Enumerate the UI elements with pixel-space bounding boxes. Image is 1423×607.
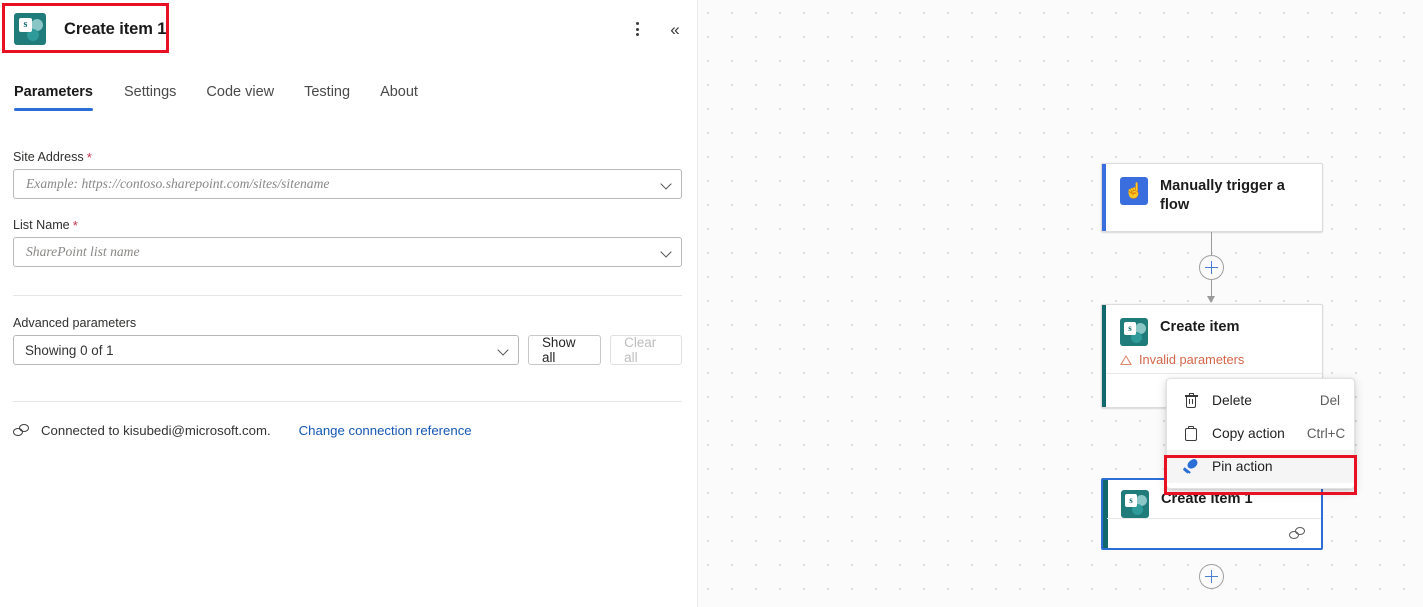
context-menu-item-copy-action-label: Copy action xyxy=(1212,426,1285,441)
node-status-invalid-parameters: Invalid parameters xyxy=(1120,352,1244,367)
list-name-input[interactable]: SharePoint list name xyxy=(13,237,682,267)
advanced-parameters-select[interactable]: Showing 0 of 1 xyxy=(13,335,519,365)
sharepoint-icon-letter: s xyxy=(1125,494,1137,507)
chevron-down-icon xyxy=(662,180,671,189)
collapse-panel-button[interactable]: « xyxy=(660,14,690,44)
tab-about[interactable]: About xyxy=(365,84,433,111)
context-menu-item-pin-action-label: Pin action xyxy=(1212,459,1340,474)
node-accent-bar xyxy=(1102,164,1106,231)
site-address-placeholder: Example: https://contoso.sharepoint.com/… xyxy=(14,176,329,192)
connection-link-icon xyxy=(13,424,31,438)
context-menu-item-copy-action-shortcut: Ctrl+C xyxy=(1307,426,1345,441)
clipboard-icon xyxy=(1181,426,1201,441)
node-title: Create item 1 xyxy=(1161,490,1253,509)
show-all-button[interactable]: Show all xyxy=(528,335,601,365)
panel-tabs: Parameters Settings Code view Testing Ab… xyxy=(0,84,433,111)
tab-testing-label: Testing xyxy=(304,84,350,100)
divider xyxy=(13,401,682,402)
tab-settings-label: Settings xyxy=(124,84,176,100)
tab-code-view-label: Code view xyxy=(206,84,274,100)
node-footer xyxy=(1107,518,1321,548)
tab-parameters[interactable]: Parameters xyxy=(14,84,109,111)
field-spacer xyxy=(13,199,682,218)
node-context-menu[interactable]: Delete Del Copy action Ctrl+C Pin action xyxy=(1166,378,1355,489)
context-menu-item-delete-label: Delete xyxy=(1212,393,1298,408)
change-connection-reference-link[interactable]: Change connection reference xyxy=(299,423,472,438)
clear-all-button[interactable]: Clear all xyxy=(610,335,682,365)
add-step-button-2[interactable] xyxy=(1199,564,1224,589)
more-options-button[interactable] xyxy=(622,14,652,44)
more-options-icon xyxy=(636,22,639,36)
tab-settings[interactable]: Settings xyxy=(109,84,191,111)
manual-trigger-icon: ☝ xyxy=(1120,177,1148,205)
show-all-button-label: Show all xyxy=(542,335,587,365)
flow-connector-line xyxy=(1211,232,1212,256)
action-details-panel: s Create item 1 « Parameters Settings C xyxy=(0,0,698,607)
node-title: Manually trigger a flow xyxy=(1160,177,1310,216)
site-address-required-mark: * xyxy=(87,151,92,164)
connection-status-row: Connected to kisubedi@microsoft.com. Cha… xyxy=(13,423,682,438)
plus-icon xyxy=(1205,261,1218,274)
connection-link-icon xyxy=(1289,527,1306,540)
clear-all-button-label: Clear all xyxy=(624,335,668,365)
context-menu-item-pin-action[interactable]: Pin action xyxy=(1167,450,1354,483)
node-body: ☝ Manually trigger a flow xyxy=(1102,164,1322,228)
node-body: s Create item xyxy=(1102,305,1322,358)
context-menu-item-delete[interactable]: Delete Del xyxy=(1167,384,1354,417)
sharepoint-icon: s xyxy=(14,13,46,45)
flow-canvas[interactable]: ☝ Manually trigger a flow s Create item xyxy=(698,0,1423,607)
tab-parameters-label: Parameters xyxy=(14,84,93,100)
list-name-label-text: List Name xyxy=(13,218,70,232)
advanced-parameters-label: Advanced parameters xyxy=(13,316,682,330)
tab-about-label: About xyxy=(380,84,418,100)
chevron-double-left-icon: « xyxy=(670,21,679,38)
sharepoint-icon-letter: s xyxy=(19,18,32,32)
connection-status-text: Connected to kisubedi@microsoft.com. xyxy=(41,423,271,438)
flow-node-trigger[interactable]: ☝ Manually trigger a flow xyxy=(1101,163,1323,232)
sharepoint-icon: s xyxy=(1121,490,1149,518)
app-root: s Create item 1 « Parameters Settings C xyxy=(0,0,1423,607)
plus-icon xyxy=(1205,570,1218,583)
panel-header: s Create item 1 « xyxy=(0,0,698,58)
add-step-button-1[interactable] xyxy=(1199,255,1224,280)
site-address-input[interactable]: Example: https://contoso.sharepoint.com/… xyxy=(13,169,682,199)
sharepoint-icon-letter: s xyxy=(1124,322,1136,335)
node-title: Create item xyxy=(1160,318,1240,337)
page-title: Create item 1 xyxy=(64,20,166,39)
list-name-required-mark: * xyxy=(73,219,78,232)
panel-header-actions: « xyxy=(622,0,690,58)
node-status-label: Invalid parameters xyxy=(1139,352,1244,367)
advanced-parameters-value: Showing 0 of 1 xyxy=(14,343,114,358)
advanced-parameters-row: Showing 0 of 1 Show all Clear all xyxy=(13,335,682,365)
parameters-form: Site Address * Example: https://contoso.… xyxy=(13,150,682,438)
pin-icon xyxy=(1181,459,1201,475)
list-name-placeholder: SharePoint list name xyxy=(14,244,140,260)
chevron-down-icon xyxy=(662,248,671,257)
context-menu-item-delete-shortcut: Del xyxy=(1320,393,1340,408)
sharepoint-icon: s xyxy=(1120,318,1148,346)
tab-code-view[interactable]: Code view xyxy=(191,84,289,111)
context-menu-item-copy-action[interactable]: Copy action Ctrl+C xyxy=(1167,417,1354,450)
trash-icon xyxy=(1181,393,1201,408)
site-address-label-text: Site Address xyxy=(13,150,84,164)
hand-pointer-glyph: ☝ xyxy=(1125,184,1144,199)
warning-icon xyxy=(1120,355,1132,365)
site-address-label: Site Address * xyxy=(13,150,682,164)
list-name-label: List Name * xyxy=(13,218,682,232)
tab-testing[interactable]: Testing xyxy=(289,84,365,111)
flow-connector-arrow xyxy=(1207,296,1215,303)
divider xyxy=(13,295,682,296)
chevron-down-icon xyxy=(499,346,508,355)
